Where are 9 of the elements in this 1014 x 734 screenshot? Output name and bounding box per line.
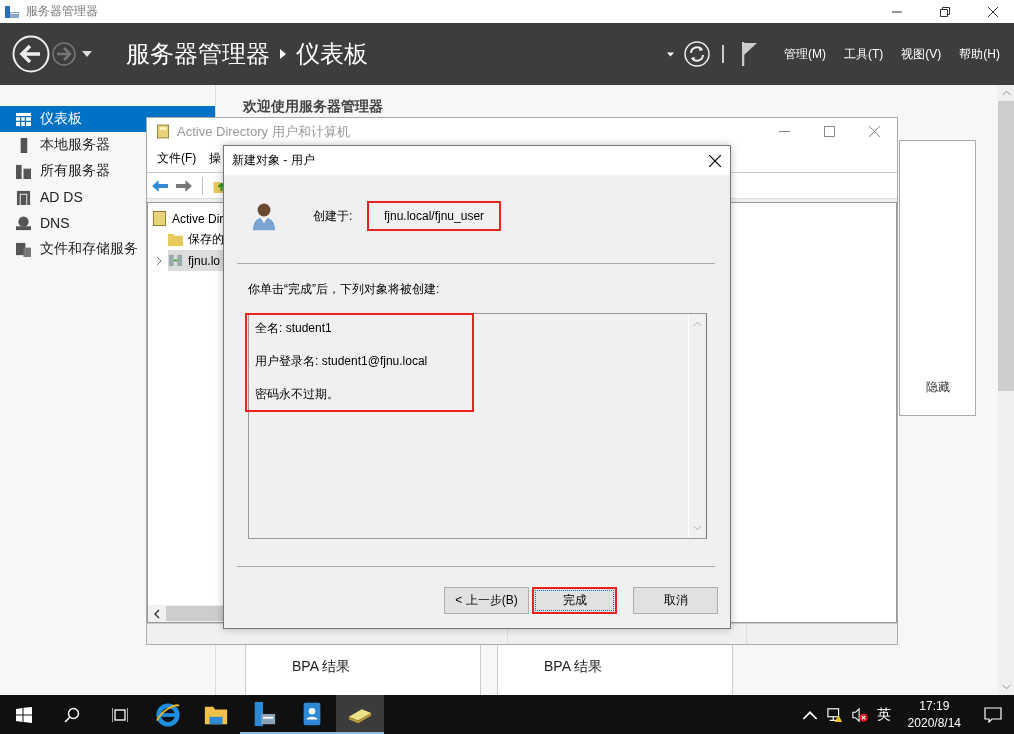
intro-text: 你单击“完成”后，下列对象将被创建: <box>248 281 441 298</box>
summary-line: 用户登录名: student1@fjnu.local <box>255 353 429 370</box>
summary-line: 全名: student1 <box>255 320 333 337</box>
container-path: fjnu.local/fjnu_user <box>367 201 502 231</box>
welcome-heading: 欢迎使用服务器管理器 <box>243 98 384 115</box>
summary-line: 密码永不过期。 <box>255 386 340 403</box>
dialog-title: 新建对象 - 用户 <box>232 152 315 169</box>
window-title: 服务器管理器 <box>26 3 98 20</box>
field-label: 创建于: <box>313 207 354 225</box>
